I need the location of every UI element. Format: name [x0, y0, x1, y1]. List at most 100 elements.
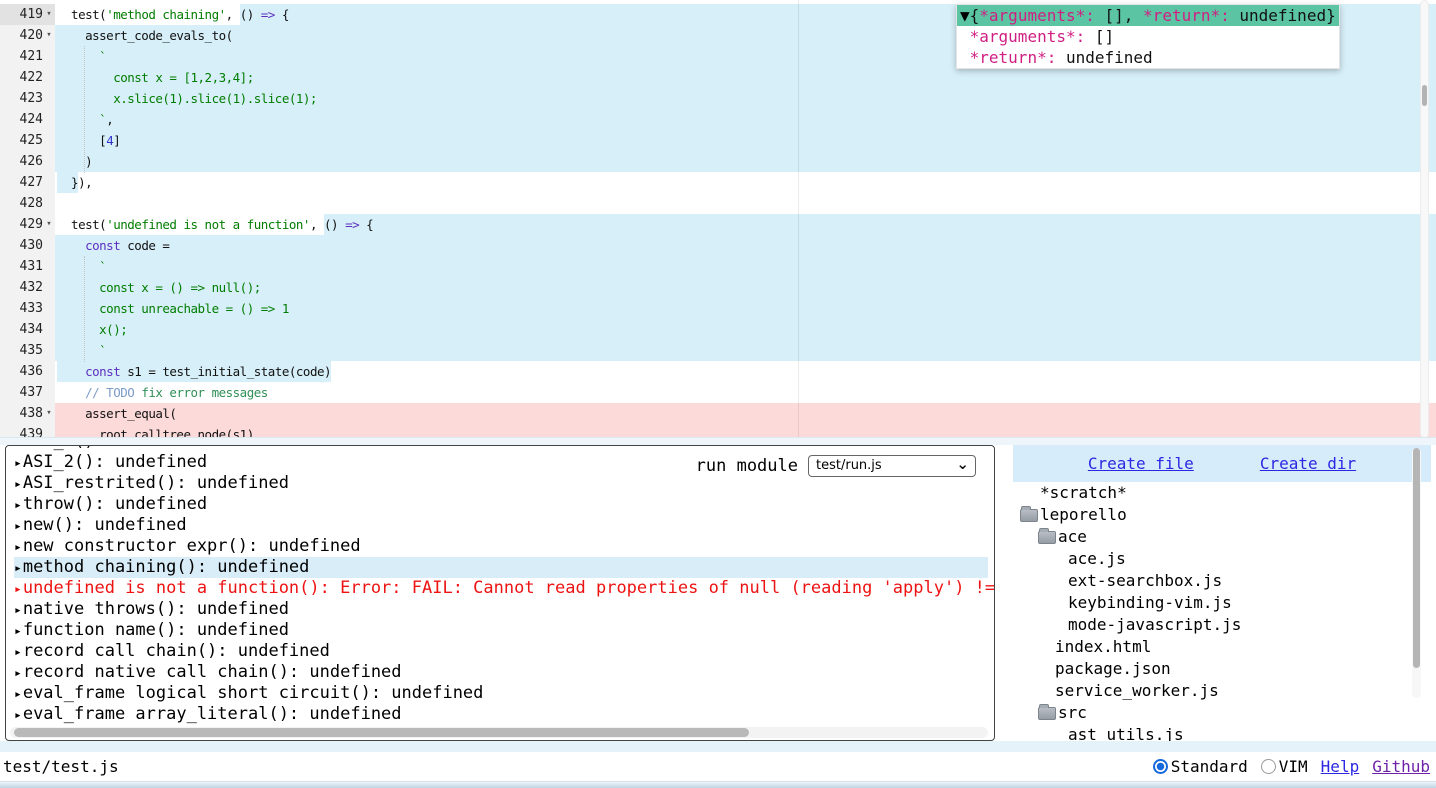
expand-triangle-icon[interactable]: ▸: [14, 519, 23, 534]
expand-triangle-icon[interactable]: ▸: [14, 498, 23, 513]
console-horizontal-scrollbar[interactable]: [10, 727, 988, 738]
gutter-cell[interactable]: 423: [0, 88, 55, 109]
gutter-cell[interactable]: 431: [0, 256, 55, 277]
console-item[interactable]: ▸record native call chain(): undefined: [14, 662, 995, 683]
gutter-cell[interactable]: 437: [0, 382, 55, 403]
radio-vim[interactable]: VIM: [1261, 757, 1308, 776]
file-tree-item[interactable]: leporello: [1013, 504, 1431, 526]
help-link[interactable]: Help: [1321, 757, 1360, 776]
code-editor[interactable]: 419▾ test('method chaining', () => {420▾…: [0, 0, 1436, 438]
files-vertical-scrollbar[interactable]: [1412, 448, 1421, 698]
gutter-cell[interactable]: 429▾: [0, 214, 55, 235]
file-tree-item[interactable]: ast_utils.js: [1013, 724, 1431, 741]
code-line[interactable]: 423 x.slice(1).slice(1).slice(1);: [0, 88, 1436, 109]
gutter-cell[interactable]: 419▾: [0, 4, 55, 25]
gutter-cell[interactable]: 433: [0, 298, 55, 319]
code-line[interactable]: 426 ): [0, 151, 1436, 172]
code-line[interactable]: 424 `,: [0, 109, 1436, 130]
code-line[interactable]: 435 `: [0, 340, 1436, 361]
code-line[interactable]: 428: [0, 193, 1436, 214]
expand-triangle-icon[interactable]: ▸: [14, 708, 23, 723]
console-item[interactable]: ▸eval_frame array_literal(): undefined: [14, 704, 995, 725]
code-line-text[interactable]: `,: [55, 109, 1436, 130]
expand-triangle-icon[interactable]: ▸: [14, 445, 23, 450]
create-file-link[interactable]: Create file: [1088, 454, 1194, 473]
code-line[interactable]: 434 x();: [0, 319, 1436, 340]
gutter-cell[interactable]: 426: [0, 151, 55, 172]
gutter-cell[interactable]: 420▾: [0, 25, 55, 46]
github-link[interactable]: Github: [1372, 757, 1430, 776]
code-line-text[interactable]: [4]: [55, 130, 1436, 151]
gutter-cell[interactable]: 439: [0, 424, 55, 438]
scrollbar-thumb[interactable]: [14, 728, 749, 737]
code-line-text[interactable]: x.slice(1).slice(1).slice(1);: [55, 88, 1436, 109]
code-line-text[interactable]: ): [55, 151, 1436, 172]
console-item[interactable]: ▸new(): undefined: [14, 515, 995, 536]
code-line-text[interactable]: [55, 193, 1436, 214]
gutter-cell[interactable]: 425: [0, 130, 55, 151]
console-item[interactable]: ▸method chaining(): undefined: [14, 557, 988, 578]
radio-unselected-icon[interactable]: [1261, 759, 1276, 774]
code-line-text[interactable]: // TODO fix error messages: [55, 382, 1436, 403]
create-dir-link[interactable]: Create dir: [1260, 454, 1356, 473]
file-tree-item[interactable]: keybinding-vim.js: [1013, 592, 1431, 614]
fold-arrow-icon[interactable]: ▾: [43, 214, 55, 235]
expand-triangle-icon[interactable]: ▸: [14, 582, 23, 597]
code-line-text[interactable]: assert_equal(: [55, 403, 1436, 424]
gutter-cell[interactable]: 435: [0, 340, 55, 361]
code-line-text[interactable]: root_calltree_node(s1): [55, 424, 1436, 438]
code-line-text[interactable]: }),: [55, 172, 1436, 193]
file-tree-item[interactable]: ace: [1013, 526, 1431, 548]
code-line-text[interactable]: test('undefined is not a function', () =…: [55, 214, 1436, 235]
expand-triangle-icon[interactable]: ▸: [14, 624, 23, 639]
expand-triangle-icon[interactable]: ▸: [14, 603, 23, 618]
file-tree-item[interactable]: src: [1013, 702, 1431, 724]
gutter-cell[interactable]: 436: [0, 361, 55, 382]
expand-triangle-icon[interactable]: ▸: [14, 540, 23, 555]
radio-selected-icon[interactable]: [1153, 759, 1168, 774]
console-item[interactable]: ▸native throws(): undefined: [14, 599, 995, 620]
code-line-text[interactable]: const x = [1,2,3,4];: [55, 67, 1436, 88]
tooltip-detail-row[interactable]: *arguments*: []: [957, 26, 1339, 47]
console-item[interactable]: ▸new constructor expr(): undefined: [14, 536, 995, 557]
radio-standard[interactable]: Standard: [1153, 757, 1248, 776]
module-select[interactable]: test/run.js ⌄: [808, 455, 976, 477]
fold-arrow-icon[interactable]: ▾: [43, 403, 55, 424]
gutter-cell[interactable]: 438▾: [0, 403, 55, 424]
file-tree-item[interactable]: package.json: [1013, 658, 1431, 680]
code-line-text[interactable]: const unreachable = () => 1: [55, 298, 1436, 319]
code-line[interactable]: 431 `: [0, 256, 1436, 277]
code-line[interactable]: 432 const x = () => null();: [0, 277, 1436, 298]
code-line[interactable]: 438▾ assert_equal(: [0, 403, 1436, 424]
code-line[interactable]: 422 const x = [1,2,3,4];: [0, 67, 1436, 88]
code-line[interactable]: 439 root_calltree_node(s1): [0, 424, 1436, 438]
console-item[interactable]: ▸eval_frame logical short circuit(): und…: [14, 683, 995, 704]
scrollbar-thumb[interactable]: [1413, 448, 1420, 668]
gutter-cell[interactable]: 430: [0, 235, 55, 256]
gutter-cell[interactable]: 432: [0, 277, 55, 298]
expand-triangle-icon[interactable]: ▸: [14, 561, 23, 576]
gutter-cell[interactable]: 434: [0, 319, 55, 340]
expand-triangle-icon[interactable]: ▸: [14, 666, 23, 681]
file-tree-item[interactable]: service_worker.js: [1013, 680, 1431, 702]
fold-arrow-icon[interactable]: ▾: [43, 4, 55, 25]
file-tree-item[interactable]: *scratch*: [1013, 482, 1431, 504]
fold-arrow-icon[interactable]: ▾: [43, 25, 55, 46]
code-line[interactable]: 425 [4]: [0, 130, 1436, 151]
gutter-cell[interactable]: 421: [0, 46, 55, 67]
code-line[interactable]: 437 // TODO fix error messages: [0, 382, 1436, 403]
code-line-text[interactable]: `: [55, 256, 1436, 277]
code-line[interactable]: 433 const unreachable = () => 1: [0, 298, 1436, 319]
code-line-text[interactable]: x();: [55, 319, 1436, 340]
file-tree-item[interactable]: mode-javascript.js: [1013, 614, 1431, 636]
tooltip-header-row[interactable]: ▼{*arguments*: [], *return*: undefined}: [957, 5, 1339, 26]
tooltip-detail-row[interactable]: *return*: undefined: [957, 47, 1339, 68]
gutter-cell[interactable]: 422: [0, 67, 55, 88]
code-line-text[interactable]: `: [55, 340, 1436, 361]
console-item[interactable]: ▸throw(): undefined: [14, 494, 995, 515]
value-inspector-tooltip[interactable]: ▼{*arguments*: [], *return*: undefined} …: [956, 4, 1340, 69]
expand-triangle-icon[interactable]: ▸: [14, 477, 23, 492]
console-item[interactable]: ▸ASI_1(): undefined: [14, 445, 995, 452]
gutter-cell[interactable]: 424: [0, 109, 55, 130]
gutter-cell[interactable]: 428: [0, 193, 55, 214]
